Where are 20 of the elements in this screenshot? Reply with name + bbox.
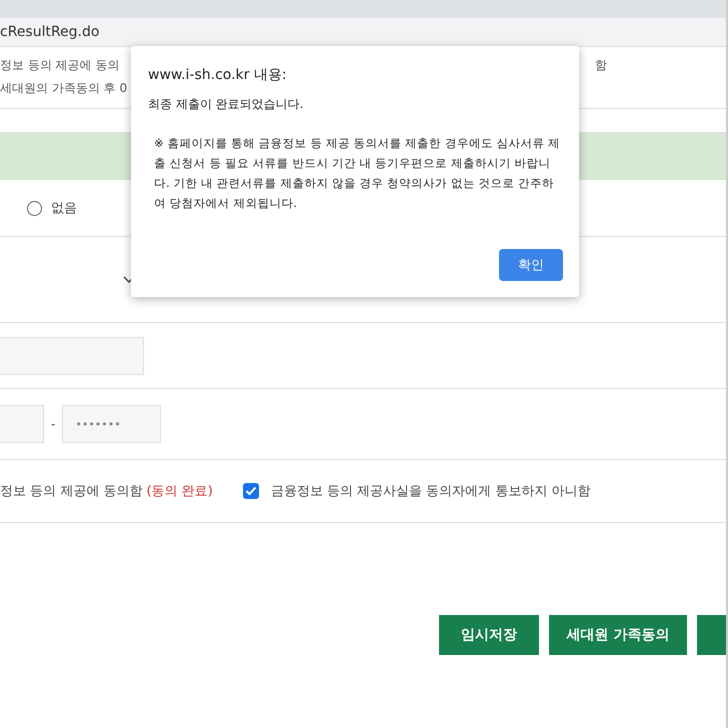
action-button[interactable]: 임시저장 bbox=[439, 615, 539, 655]
radio-button[interactable] bbox=[27, 200, 42, 216]
separator-text: - bbox=[51, 417, 56, 431]
action-button[interactable] bbox=[697, 615, 726, 655]
dialog-note: ※ 홈페이지를 통해 금융정보 등 제공 동의서를 제출한 경우에도 심사서류 제출 신청서 등 필요 서류를 반드시 기간 내 등기우편으로 제출하시기 바랍니다. 기한 내 관련서류를 제출하지 않을 경우 청약의사가 없는 것으로 간주하여 당첨자에서 제외됩니다. bbox=[153, 135, 562, 212]
input-field[interactable] bbox=[0, 336, 144, 374]
dialog-title: www.i-sh.co.kr 내용: bbox=[148, 66, 288, 84]
address-bar[interactable]: cResultReg.do bbox=[0, 18, 726, 47]
password-field[interactable]: ••••••• bbox=[62, 405, 162, 443]
notice-text: 정보 등의 제공에 동의 bbox=[0, 57, 120, 74]
notice-text: 세대원의 가족동의 후 0 bbox=[0, 80, 128, 97]
consent-option[interactable]: 금융정보 등의 제공사실을 동의자에게 통보하지 아니함 bbox=[242, 482, 590, 500]
dialog-message: 최종 제출이 완료되었습니다. bbox=[148, 96, 304, 113]
ok-button[interactable]: 확인 bbox=[499, 249, 563, 281]
consent-text: 정보 등의 제공에 동의함 (동의 완료) bbox=[0, 483, 213, 500]
input-field[interactable] bbox=[0, 405, 44, 443]
action-button[interactable]: 세대원 가족동의 bbox=[549, 615, 687, 655]
notice-text: 함 bbox=[595, 57, 607, 74]
radio-option[interactable]: 없음 bbox=[27, 199, 77, 217]
checkbox[interactable] bbox=[242, 483, 259, 499]
